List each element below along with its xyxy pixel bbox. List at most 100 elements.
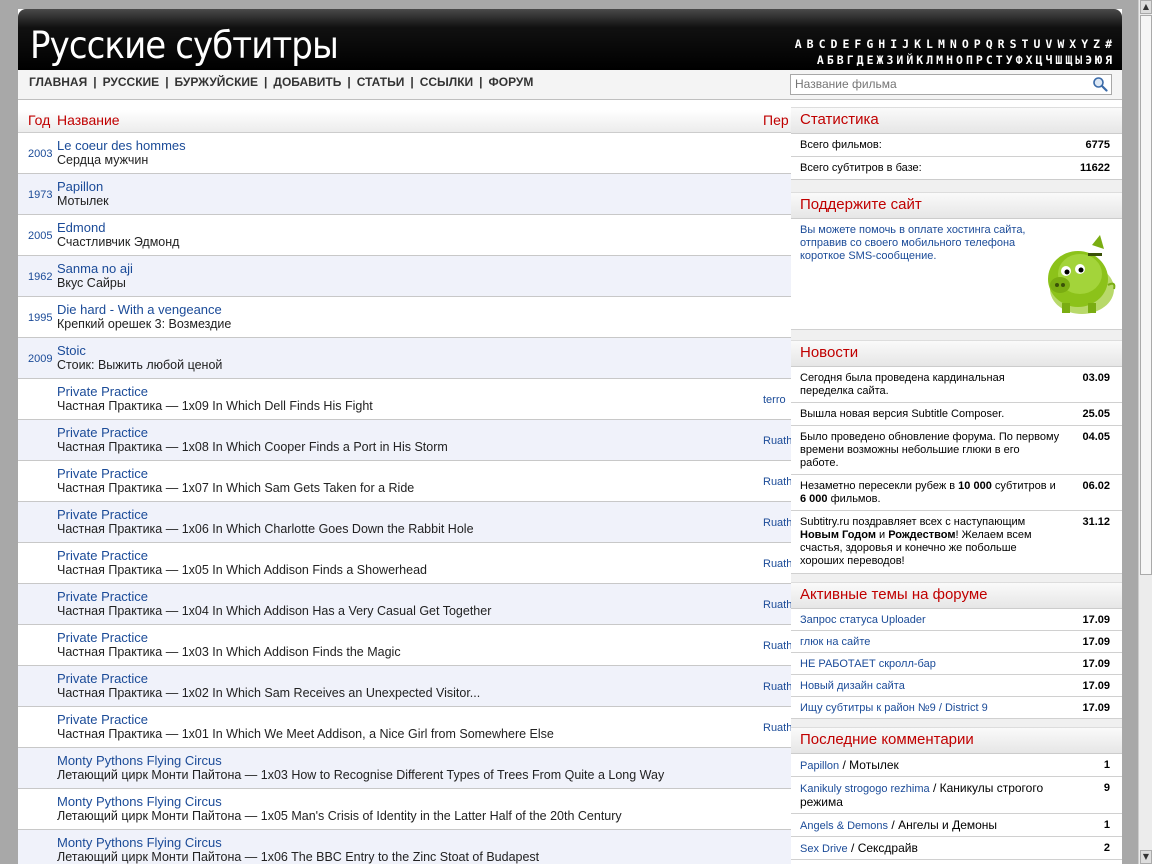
table-row[interactable]: Private Practice Частная Практика — 1x06 … (18, 502, 791, 543)
forum-topic-link[interactable]: Ищу субтитры к район №9 / District 9 (800, 702, 1060, 715)
alphabet-letter[interactable]: U (1033, 37, 1040, 51)
nav-item[interactable]: ССЫЛКИ (420, 75, 473, 89)
alphabet-letter[interactable]: Я (1105, 53, 1112, 67)
row-title-link[interactable]: Papillon (57, 179, 103, 194)
row-title-link[interactable]: Monty Pythons Flying Circus (57, 835, 222, 850)
alphabet-letter[interactable]: Р (976, 53, 983, 67)
alphabet-letter[interactable]: Х (1026, 53, 1033, 67)
comment-film-link[interactable]: Sex Drive (800, 843, 848, 855)
alphabet-letter[interactable]: О (956, 53, 963, 67)
search-icon[interactable] (1092, 76, 1108, 92)
alphabet-letter[interactable]: Б (827, 53, 834, 67)
row-title-link[interactable]: Le coeur des hommes (57, 138, 186, 153)
alphabet-letter[interactable]: N (950, 37, 957, 51)
site-logo[interactable]: Русские субтитры (30, 26, 339, 66)
alphabet-letter[interactable]: M (938, 37, 945, 51)
row-translator[interactable]: Ruath (763, 640, 791, 652)
alphabet-letter[interactable]: Й (906, 53, 913, 67)
comment-film-link[interactable]: Angels & Demons (800, 820, 888, 832)
forum-topic-link[interactable]: глюк на сайте (800, 636, 1060, 649)
col-translator-header[interactable]: Пер (763, 112, 789, 128)
row-year[interactable]: 1962 (28, 271, 52, 283)
alphabet-letter[interactable]: V (1045, 37, 1052, 51)
row-title-link[interactable]: Monty Pythons Flying Circus (57, 753, 222, 768)
row-year[interactable]: 2003 (28, 148, 52, 160)
table-row[interactable]: Monty Pythons Flying Circus Летающий цирк… (18, 830, 791, 864)
row-translator[interactable]: Ruath (763, 599, 791, 611)
nav-item[interactable]: РУССКИЕ (103, 75, 160, 89)
alphabet-letter[interactable]: D (831, 37, 838, 51)
row-year[interactable]: 1995 (28, 312, 52, 324)
nav-item[interactable]: ДОБАВИТЬ (273, 75, 341, 89)
alphabet-letter[interactable]: Y (1081, 37, 1088, 51)
nav-item[interactable]: СТАТЬИ (357, 75, 405, 89)
nav-item[interactable]: ФОРУМ (489, 75, 534, 89)
table-row[interactable]: Private Practice Частная Практика — 1x07 … (18, 461, 791, 502)
alphabet-letter[interactable]: P (974, 37, 981, 51)
alphabet-letter[interactable]: У (1006, 53, 1013, 67)
alphabet-letter[interactable]: K (914, 37, 921, 51)
alphabet-letter[interactable]: S (1010, 37, 1017, 51)
table-row[interactable]: 2003 Le coeur des hommes Сердца мужчин (18, 133, 791, 174)
alphabet-letter[interactable]: Е (867, 53, 874, 67)
table-row[interactable]: 1995 Die hard - With a vengeance Крепкий о… (18, 297, 791, 338)
alphabet-letter[interactable]: М (936, 53, 943, 67)
alphabet-letter[interactable]: Ж (877, 53, 884, 67)
table-row[interactable]: Private Practice Частная Практика — 1x05 … (18, 543, 791, 584)
alphabet-letter[interactable]: Z (1093, 37, 1100, 51)
scroll-down-arrow-icon[interactable]: ▼ (1140, 850, 1152, 864)
alphabet-letter[interactable]: И (896, 53, 903, 67)
table-row[interactable]: Private Practice Частная Практика — 1x04 … (18, 584, 791, 625)
table-row[interactable]: 1962 Sanma no aji Вкус Сайры (18, 256, 791, 297)
row-title-link[interactable]: Private Practice (57, 548, 148, 563)
table-row[interactable]: Private Practice Частная Практика — 1x09 … (18, 379, 791, 420)
row-title-link[interactable]: Stoic (57, 343, 86, 358)
row-title-link[interactable]: Sanma no aji (57, 261, 133, 276)
alphabet-letter[interactable]: H (878, 37, 885, 51)
forum-topic-link[interactable]: НЕ РАБОТАЕТ скролл-бар (800, 658, 1060, 671)
alphabet-letter[interactable]: A (795, 37, 802, 51)
row-year[interactable]: 1973 (28, 189, 52, 201)
nav-item[interactable]: БУРЖУЙСКИЕ (175, 75, 259, 89)
row-title-link[interactable]: Private Practice (57, 425, 148, 440)
row-title-link[interactable]: Private Practice (57, 630, 148, 645)
row-translator[interactable]: terro (763, 394, 786, 406)
alphabet-letter[interactable]: К (916, 53, 923, 67)
alphabet-letter[interactable]: R (998, 37, 1005, 51)
alphabet-letter[interactable]: Т (996, 53, 1003, 67)
col-title-header[interactable]: Название (57, 112, 120, 128)
alphabet-letter[interactable]: # (1105, 37, 1112, 51)
row-translator[interactable]: Ruath (763, 681, 791, 693)
alphabet-letter[interactable]: F (854, 37, 861, 51)
row-year[interactable]: 2005 (28, 230, 52, 242)
alphabet-letter[interactable]: I (890, 37, 897, 51)
scroll-up-arrow-icon[interactable]: ▲ (1140, 0, 1152, 14)
row-title-link[interactable]: Private Practice (57, 384, 148, 399)
alphabet-letter[interactable]: Л (926, 53, 933, 67)
search-input[interactable] (791, 75, 1089, 92)
alphabet-letter[interactable]: L (926, 37, 933, 51)
scroll-thumb[interactable] (1140, 15, 1152, 575)
alphabet-letter[interactable]: Ы (1075, 53, 1082, 67)
table-row[interactable]: Private Practice Частная Практика — 1x01 … (18, 707, 791, 748)
alphabet-letter[interactable]: T (1022, 37, 1029, 51)
row-translator[interactable]: Ruath (763, 517, 791, 529)
alphabet-letter[interactable]: X (1069, 37, 1076, 51)
row-translator[interactable]: Ruath (763, 476, 791, 488)
support-text[interactable]: Вы можете помочь в оплате хостинга сайта… (800, 224, 1040, 263)
alphabet-letter[interactable]: B (807, 37, 814, 51)
nav-item[interactable]: ГЛАВНАЯ (29, 75, 87, 89)
table-row[interactable]: 2009 Stoic Стоик: Выжить любой ценой (18, 338, 791, 379)
row-translator[interactable]: Ruath (763, 558, 791, 570)
alphabet-letter[interactable]: Д (857, 53, 864, 67)
table-row[interactable]: Private Practice Частная Практика — 1x03 … (18, 625, 791, 666)
row-year[interactable]: 2009 (28, 353, 52, 365)
alphabet-letter[interactable]: Г (847, 53, 854, 67)
comment-film-link[interactable]: Papillon (800, 760, 839, 772)
alphabet-letter[interactable]: Ц (1036, 53, 1043, 67)
alphabet-letter[interactable]: Ю (1095, 53, 1102, 67)
row-translator[interactable]: Ruath (763, 722, 791, 734)
table-row[interactable]: Private Practice Частная Практика — 1x08 … (18, 420, 791, 461)
alphabet-letter[interactable]: Н (946, 53, 953, 67)
alphabet-letter[interactable]: G (866, 37, 873, 51)
